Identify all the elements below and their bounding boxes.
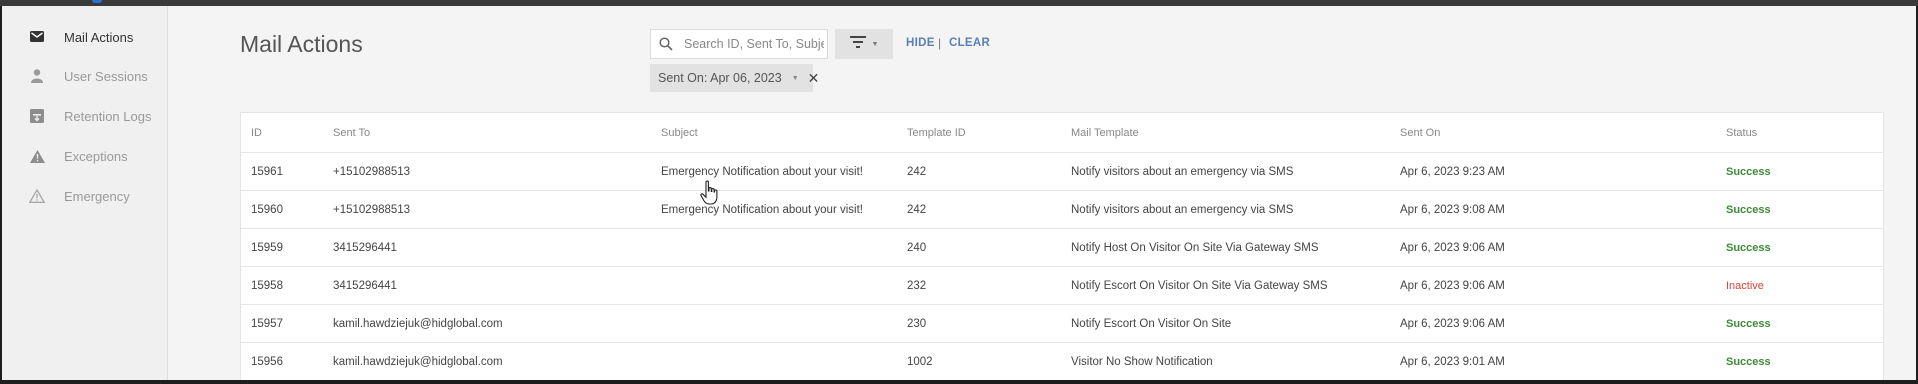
cell-sent-to: +15102988513: [333, 165, 411, 178]
cell-id: 15959: [251, 241, 283, 254]
search-box[interactable]: [650, 29, 828, 59]
filter-chip-label: Sent On: Apr 06, 2023: [658, 71, 782, 85]
link-separator: |: [938, 36, 942, 50]
cell-status: Success: [1726, 153, 1771, 190]
sidebar-item-exceptions[interactable]: Exceptions: [2, 139, 168, 173]
cell-mail-template: Notify Host On Visitor On Site Via Gatew…: [1071, 241, 1319, 254]
archive-icon: [28, 107, 46, 125]
cell-template-id: 242: [907, 165, 927, 178]
cell-sent-on: Apr 6, 2023 9:06 AM: [1400, 317, 1505, 330]
table-row[interactable]: 15958 3415296441 232 Notify Escort On Vi…: [241, 267, 1883, 305]
cell-mail-template: Notify visitors about an emergency via S…: [1071, 203, 1294, 216]
cell-subject: Emergency Notification about your visit!: [661, 203, 863, 216]
cell-template-id: 230: [907, 317, 927, 330]
cell-id: 15958: [251, 279, 283, 292]
cell-status: Success: [1726, 305, 1771, 342]
column-header-template-id[interactable]: Template ID: [907, 113, 966, 152]
hide-filters-link[interactable]: HIDE: [906, 37, 935, 49]
cell-mail-template: Notify Escort On Visitor On Site: [1071, 317, 1232, 330]
chevron-down-icon: ▼: [871, 40, 879, 48]
column-header-mail-template[interactable]: Mail Template: [1071, 113, 1139, 152]
cell-subject: Emergency Notification about your visit!: [661, 165, 863, 178]
cell-template-id: 242: [907, 203, 927, 216]
sidebar-item-label: Retention Logs: [64, 108, 152, 124]
sidebar-item-label: Exceptions: [64, 148, 128, 164]
status-badge: Inactive: [1726, 279, 1764, 292]
cell-template-id: 232: [907, 279, 927, 292]
cell-id: 15961: [251, 165, 283, 178]
column-header-id[interactable]: ID: [251, 113, 262, 152]
cell-sent-on: Apr 6, 2023 9:06 AM: [1400, 279, 1505, 292]
sidebar-item-label: Emergency: [64, 188, 130, 204]
column-header-status[interactable]: Status: [1726, 113, 1757, 152]
cell-mail-template: Notify visitors about an emergency via S…: [1071, 165, 1294, 178]
cell-sent-to: kamil.hawdziejuk@hidglobal.com: [333, 317, 503, 330]
mail-icon: [28, 28, 46, 46]
sidebar-item-label: User Sessions: [64, 68, 148, 84]
status-badge: Success: [1726, 241, 1771, 254]
main-content: Mail Actions ▼ HIDE | CLEAR Sent On: Apr…: [168, 6, 1916, 380]
person-icon: [28, 67, 46, 85]
filter-icon: [849, 35, 866, 53]
cell-id: 15957: [251, 317, 283, 330]
status-badge: Success: [1726, 356, 1771, 368]
sidebar-item-mail-actions[interactable]: Mail Actions: [2, 20, 168, 54]
cell-sent-on: Apr 6, 2023 9:01 AM: [1400, 356, 1505, 368]
hand-cursor-icon: [700, 180, 718, 205]
cell-mail-template: Visitor No Show Notification: [1071, 356, 1213, 368]
cell-sent-to: 3415296441: [333, 241, 397, 254]
filter-chip-sent-on[interactable]: Sent On: Apr 06, 2023 ▼ ✕: [650, 64, 819, 92]
cell-sent-on: Apr 6, 2023 9:23 AM: [1400, 165, 1505, 178]
status-badge: Success: [1726, 165, 1771, 178]
cell-sent-on: Apr 6, 2023 9:08 AM: [1400, 203, 1505, 216]
cell-template-id: 1002: [907, 356, 933, 368]
page-title: Mail Actions: [240, 31, 363, 57]
cell-sent-on: Apr 6, 2023 9:06 AM: [1400, 241, 1505, 254]
sidebar-item-label: Mail Actions: [64, 29, 134, 45]
chevron-down-icon[interactable]: ▼: [792, 75, 799, 82]
table-row[interactable]: 15957 kamil.hawdziejuk@hidglobal.com 230…: [241, 305, 1883, 343]
sidebar-item-emergency[interactable]: Emergency: [2, 179, 168, 213]
warning-filled-icon: [28, 147, 46, 165]
table-header-row: ID Sent To Subject Template ID Mail Temp…: [241, 113, 1883, 153]
cell-sent-to: +15102988513: [333, 203, 411, 216]
sidebar-item-user-sessions[interactable]: User Sessions: [2, 59, 168, 93]
column-header-subject[interactable]: Subject: [661, 113, 698, 152]
sidebar: Mail Actions User Sessions Retention Log…: [2, 6, 168, 380]
cell-mail-template: Notify Escort On Visitor On Site Via Gat…: [1071, 279, 1328, 292]
search-input[interactable]: [684, 37, 824, 51]
app-frame: Mail Actions User Sessions Retention Log…: [2, 6, 1916, 380]
status-badge: Success: [1726, 203, 1771, 216]
top-accent: [92, 0, 102, 3]
status-badge: Success: [1726, 317, 1771, 330]
cell-status: Success: [1726, 343, 1771, 380]
cell-id: 15956: [251, 356, 283, 368]
warning-outline-icon: [28, 187, 46, 205]
cell-template-id: 240: [907, 241, 927, 254]
table-row[interactable]: 15961 +15102988513 Emergency Notificatio…: [241, 153, 1883, 191]
close-icon[interactable]: ✕: [808, 71, 820, 85]
cell-id: 15960: [251, 203, 283, 216]
filter-button[interactable]: ▼: [835, 29, 893, 59]
cell-status: Success: [1726, 229, 1771, 266]
cell-status: Inactive: [1726, 267, 1764, 304]
sidebar-item-retention-logs[interactable]: Retention Logs: [2, 99, 168, 133]
table-row[interactable]: 15956 kamil.hawdziejuk@hidglobal.com 100…: [241, 343, 1883, 380]
mail-actions-table: ID Sent To Subject Template ID Mail Temp…: [240, 112, 1884, 380]
column-header-sent-to[interactable]: Sent To: [333, 113, 370, 152]
clear-filters-link[interactable]: CLEAR: [949, 37, 990, 49]
cell-sent-to: kamil.hawdziejuk@hidglobal.com: [333, 356, 503, 368]
cell-sent-to: 3415296441: [333, 279, 397, 292]
search-icon: [659, 37, 673, 51]
table-row[interactable]: 15959 3415296441 240 Notify Host On Visi…: [241, 229, 1883, 267]
column-header-sent-on[interactable]: Sent On: [1400, 113, 1440, 152]
table-row[interactable]: 15960 +15102988513 Emergency Notificatio…: [241, 191, 1883, 229]
cell-status: Success: [1726, 191, 1771, 228]
